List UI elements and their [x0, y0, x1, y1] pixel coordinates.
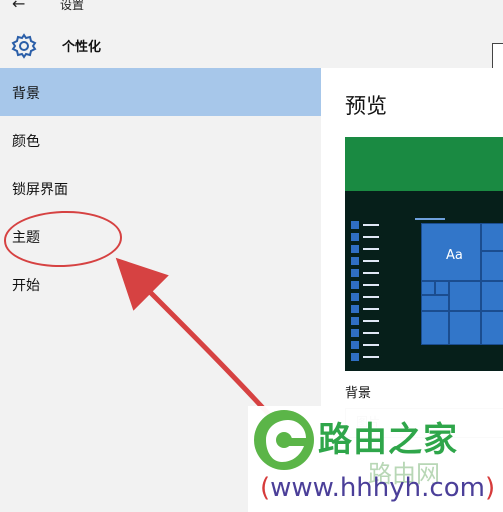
preview-app-row — [351, 269, 381, 277]
preview-tile — [421, 281, 435, 295]
preview-tile — [481, 251, 503, 281]
window-title: 设置 — [60, 0, 85, 12]
preview-large-tile: Aa — [421, 223, 481, 281]
preview-app-row — [351, 293, 381, 301]
preview-tile — [481, 311, 503, 345]
preview-app-row — [351, 353, 381, 361]
watermark-paren-left: ( — [260, 473, 271, 503]
watermark-url: (www.hhhyh.com) — [260, 473, 495, 503]
preview-app-row — [351, 329, 381, 337]
preview-tile — [421, 295, 449, 311]
back-arrow-icon[interactable]: ← — [12, 0, 25, 13]
background-preview: Aa — [345, 137, 503, 371]
preview-app-row — [351, 305, 381, 313]
window-titlebar: ← 设置 — [0, 0, 503, 16]
sidebar-item-background[interactable]: 背景 — [0, 68, 321, 116]
preview-app-row — [351, 317, 381, 325]
preview-app-list — [351, 221, 381, 371]
page-header: 个性化 — [0, 16, 503, 75]
preview-title: 预览 — [345, 94, 387, 118]
preview-app-row — [351, 257, 381, 265]
gear-icon — [11, 33, 37, 59]
preview-tile — [449, 311, 481, 345]
preview-tiles: Aa — [419, 221, 503, 371]
sidebar-item-colors[interactable]: 颜色 — [0, 116, 321, 164]
preview-tile — [481, 281, 503, 311]
sidebar-item-label: 背景 — [12, 86, 40, 102]
preview-tile — [449, 281, 481, 311]
sidebar-item-label: 颜色 — [12, 134, 40, 150]
router-home-logo-icon — [254, 410, 314, 470]
page-title: 个性化 — [62, 40, 102, 55]
preview-app-row — [351, 233, 381, 241]
preview-app-row — [351, 221, 381, 229]
preview-tile-text: Aa — [446, 248, 463, 263]
preview-app-row — [351, 281, 381, 289]
preview-tile — [421, 311, 449, 345]
background-label: 背景 — [345, 386, 372, 401]
preview-app-row — [351, 341, 381, 349]
preview-wallpaper — [345, 137, 503, 191]
preview-tile — [435, 281, 449, 295]
sidebar-item-lock-screen[interactable]: 锁屏界面 — [0, 164, 321, 212]
preview-header-line — [415, 218, 445, 220]
preview-tile — [481, 223, 503, 251]
watermark-paren-right: ) — [484, 473, 496, 503]
sidebar-item-label: 锁屏界面 — [12, 182, 68, 198]
watermark-url-text: www.hhhyh.com — [270, 473, 485, 503]
sidebar-item-label: 开始 — [12, 278, 40, 294]
watermark-overlay: 路由之家 路由网 (www.hhhyh.com) — [248, 406, 503, 512]
preview-app-row — [351, 245, 381, 253]
